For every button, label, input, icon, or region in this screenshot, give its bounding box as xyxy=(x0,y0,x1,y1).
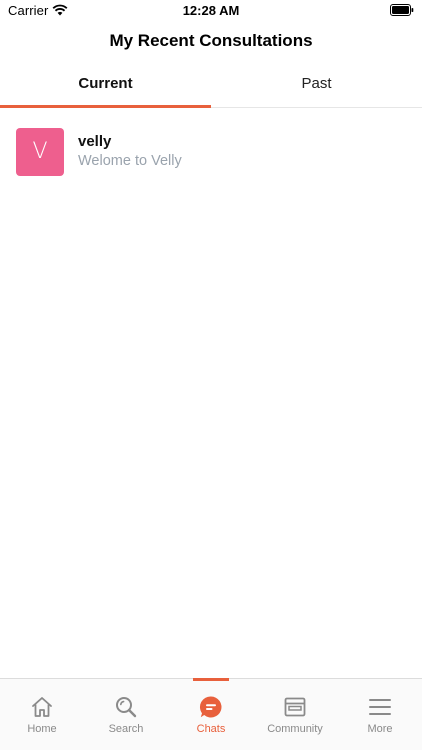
chat-bubble-icon xyxy=(199,696,222,718)
avatar: V xyxy=(16,128,64,176)
tab-home[interactable]: Home xyxy=(0,679,84,750)
tab-search-label: Search xyxy=(108,723,144,735)
hamburger-menu-icon xyxy=(369,699,391,715)
tab-more-label: More xyxy=(367,723,393,735)
tab-chats[interactable]: Chats xyxy=(169,679,253,750)
tab-past[interactable]: Past xyxy=(211,62,422,108)
tab-indicator xyxy=(0,105,211,108)
tab-community-label: Community xyxy=(267,723,323,735)
tab-community[interactable]: Community xyxy=(253,679,337,750)
battery-icon xyxy=(390,4,414,16)
tab-more[interactable]: More xyxy=(338,679,422,750)
search-icon xyxy=(116,697,137,718)
tab-home-label: Home xyxy=(27,723,57,735)
browser-window-icon xyxy=(284,697,306,717)
chat-name: velly xyxy=(78,133,112,150)
tab-current[interactable]: Current xyxy=(0,62,211,108)
chat-preview: Welome to Velly xyxy=(78,153,182,169)
status-bar: Carrier 12:28 AM xyxy=(0,0,422,22)
page-title: My Recent Consultations xyxy=(109,31,313,50)
home-icon xyxy=(32,697,52,717)
tab-chats-label: Chats xyxy=(196,723,226,735)
consultation-tabs: Current Past xyxy=(0,62,422,108)
list-item[interactable]: V velly Welome to Velly xyxy=(16,128,406,176)
bottom-tab-bar: Home Search Chats Community More xyxy=(0,678,422,750)
tab-search[interactable]: Search xyxy=(84,679,168,750)
clock: 12:28 AM xyxy=(182,3,240,18)
